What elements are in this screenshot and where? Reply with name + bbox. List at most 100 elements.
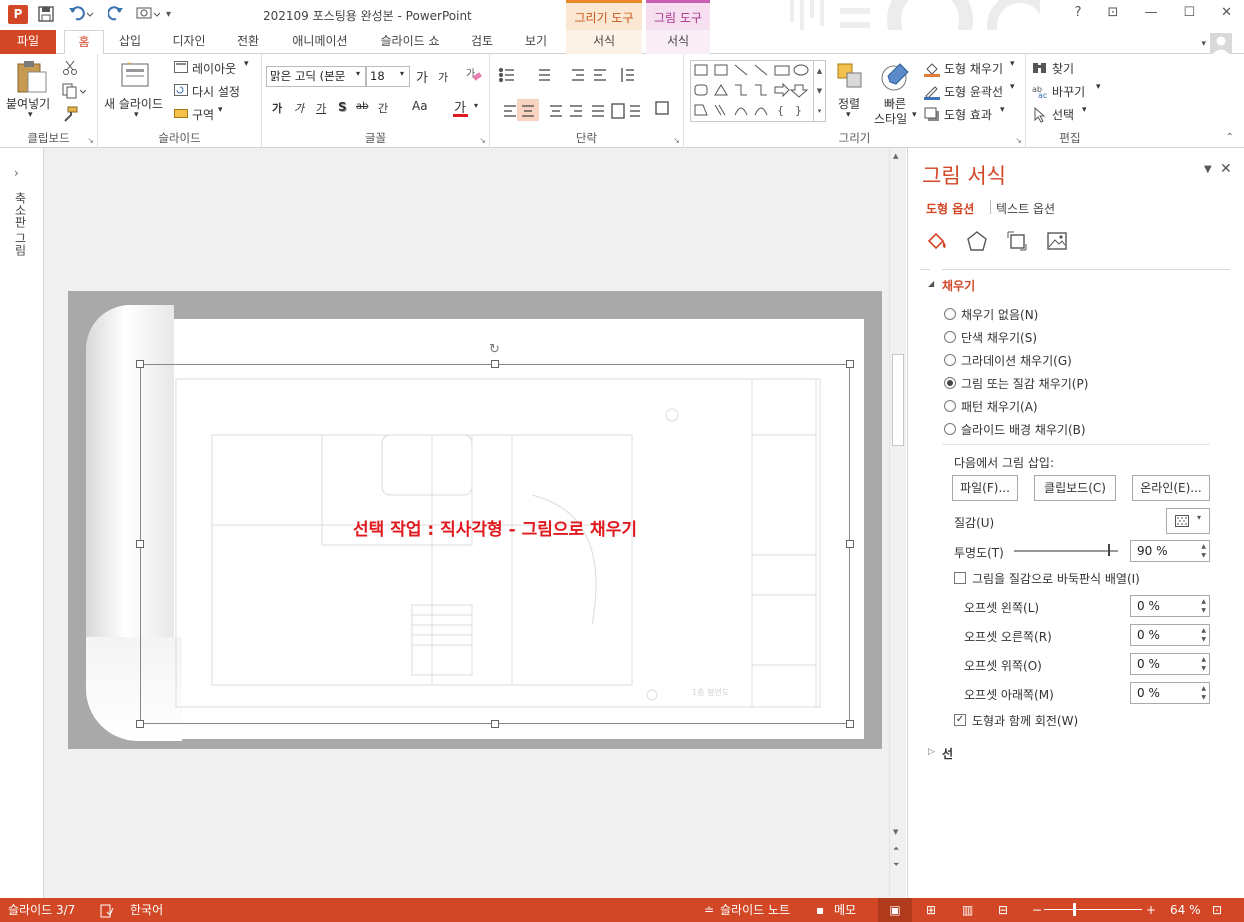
normal-view-icon[interactable]: ▣ — [878, 898, 912, 922]
resize-handle[interactable] — [136, 720, 144, 728]
cut-icon[interactable] — [62, 60, 78, 79]
fill-option-label[interactable]: 단색 채우기(S) — [961, 329, 1037, 346]
shape-effects-dropdown-icon[interactable]: ▾ — [1000, 105, 1005, 115]
bold-button[interactable]: 가 — [272, 100, 282, 116]
format-painter-icon[interactable] — [62, 106, 78, 125]
avatar[interactable] — [1210, 33, 1232, 55]
radio-fill-pattern[interactable] — [944, 400, 956, 412]
rotate-handle-icon[interactable]: ↻ — [489, 342, 500, 357]
radio-fill-gradient[interactable] — [944, 354, 956, 366]
font-color-dropdown-icon[interactable]: ▾ — [474, 101, 478, 110]
online-button[interactable]: 온라인(E)... — [1132, 475, 1210, 501]
zoom-slider-thumb[interactable] — [1073, 903, 1076, 916]
shape-outline-icon[interactable] — [924, 84, 940, 103]
radio-fill-background[interactable] — [944, 423, 956, 435]
resize-handle[interactable] — [846, 720, 854, 728]
rotate-with-shape-checkbox[interactable]: ✓ — [954, 714, 966, 726]
arrange-icon[interactable] — [836, 62, 864, 93]
account-dropdown-icon[interactable]: ▾ — [1201, 39, 1206, 49]
slideshow-icon[interactable]: ⊟ — [998, 898, 1008, 922]
tab-animations[interactable]: 애니메이션 — [282, 30, 358, 54]
zoom-out-icon[interactable]: − — [1032, 898, 1042, 922]
reset-button[interactable]: 다시 설정 — [192, 83, 240, 100]
layout-dropdown-icon[interactable]: ▾ — [244, 59, 249, 69]
fit-slide-icon[interactable]: ⊡ — [1212, 898, 1222, 922]
spellcheck-icon[interactable] — [100, 898, 114, 922]
slide-caption[interactable]: 선택 작업 : 직사각형 - 그림으로 채우기 — [140, 515, 850, 540]
radio-fill-picture[interactable] — [944, 377, 956, 389]
shrink-font-button[interactable]: 가 — [438, 69, 448, 85]
underline-button[interactable]: 가 — [316, 100, 326, 116]
dialog-launcher-icon[interactable]: ↘ — [673, 136, 680, 145]
shape-outline-button[interactable]: 도형 윤곽선 — [944, 83, 1003, 100]
resize-handle[interactable] — [136, 360, 144, 368]
notes-button[interactable]: 슬라이드 노트 — [720, 898, 790, 922]
grow-font-button[interactable]: 가 — [416, 67, 428, 86]
line-expand-icon[interactable]: ▷ — [928, 747, 935, 757]
resize-handle[interactable] — [491, 360, 499, 368]
slide-indicator[interactable]: 슬라이드 3/7 — [8, 898, 75, 922]
maximize-icon[interactable]: ☐ — [1183, 5, 1195, 20]
zoom-level[interactable]: 64 % — [1170, 898, 1201, 922]
transparency-slider-track[interactable] — [1014, 550, 1118, 552]
help-icon[interactable]: ? — [1075, 5, 1082, 20]
radio-fill-none[interactable] — [944, 308, 956, 320]
shape-effects-icon[interactable] — [924, 107, 940, 126]
scroll-up-icon[interactable]: ▲ — [893, 152, 898, 160]
tab-review[interactable]: 검토 — [462, 30, 502, 54]
paragraph-icons[interactable] — [498, 66, 678, 126]
transparency-slider-thumb[interactable] — [1108, 544, 1110, 556]
find-icon[interactable] — [1032, 61, 1048, 78]
shape-fill-button[interactable]: 도형 채우기 — [944, 60, 1003, 77]
offset-left-spinner[interactable]: 0 % — [1130, 595, 1210, 617]
fill-option-label[interactable]: 그림 또는 질감 채우기(P) — [961, 375, 1088, 392]
pane-options-icon[interactable]: ▼ — [1204, 164, 1212, 175]
find-button[interactable]: 찾기 — [1052, 60, 1074, 77]
offset-bottom-spinner[interactable]: 0 % — [1130, 682, 1210, 704]
quick-styles-icon[interactable] — [880, 60, 912, 95]
slide-canvas[interactable]: 1층 평면도 ↻ 선택 작업 : 직사각형 - 그림으로 채우기 — [44, 148, 889, 898]
picture-icon[interactable] — [1046, 230, 1068, 255]
gallery-scroll-icon[interactable]: ▲ ▼ ▾ — [813, 61, 825, 121]
customize-icon[interactable]: ▾ — [166, 6, 171, 24]
tile-label[interactable]: 그림을 질감으로 바둑판식 배열(I) — [972, 570, 1140, 587]
undo-icon[interactable] — [68, 6, 94, 28]
pane-close-icon[interactable]: ✕ — [1220, 161, 1232, 177]
clear-format-icon[interactable]: 가 — [466, 66, 482, 85]
select-cursor-icon[interactable] — [1034, 106, 1046, 126]
copy-icon[interactable] — [62, 83, 87, 102]
comments-icon[interactable]: ▪ — [816, 898, 824, 922]
tab-view[interactable]: 보기 — [516, 30, 556, 54]
vertical-scrollbar[interactable]: ▲ ▼ ⏶ ⏷ — [889, 148, 906, 898]
replace-button[interactable]: 바꾸기 — [1052, 83, 1085, 100]
present-icon[interactable] — [136, 6, 161, 28]
section-icon[interactable] — [174, 107, 188, 122]
replace-dropdown-icon[interactable]: ▾ — [1096, 82, 1101, 92]
texture-dropdown-icon[interactable]: ▾ — [1197, 513, 1201, 522]
close-icon[interactable]: ✕ — [1221, 5, 1232, 20]
paste-icon[interactable] — [16, 60, 48, 97]
fill-option-label[interactable]: 패턴 채우기(A) — [961, 398, 1038, 415]
radio-fill-solid[interactable] — [944, 331, 956, 343]
scroll-down-icon[interactable]: ▼ — [893, 828, 898, 836]
tile-checkbox[interactable] — [954, 572, 966, 584]
tab-insert[interactable]: 삽입 — [112, 30, 148, 54]
tab-format-drawing[interactable]: 서식 — [566, 30, 642, 54]
font-size-dropdown-icon[interactable]: ▾ — [400, 69, 404, 78]
section-button[interactable]: 구역 — [192, 106, 214, 123]
tab-text-options[interactable]: 텍스트 옵션 — [996, 200, 1055, 217]
clipboard-button[interactable]: 클립보드(C) — [1034, 475, 1116, 501]
new-slide-icon[interactable] — [120, 58, 150, 93]
rotate-with-shape-label[interactable]: 도형과 함께 회전(W) — [972, 712, 1078, 729]
reading-view-icon[interactable]: ▥ — [962, 898, 973, 922]
size-properties-icon[interactable] — [1006, 230, 1028, 255]
italic-button[interactable]: 가 — [294, 100, 304, 116]
quick-styles-dropdown-icon[interactable]: ▾ — [912, 110, 917, 120]
minimize-icon[interactable]: — — [1144, 5, 1157, 20]
zoom-in-icon[interactable]: + — [1146, 898, 1156, 922]
previous-slide-icon[interactable]: ⏶ — [893, 844, 899, 854]
effects-icon[interactable] — [966, 230, 988, 255]
select-dropdown-icon[interactable]: ▾ — [1082, 105, 1087, 115]
shape-effects-button[interactable]: 도형 효과 — [944, 106, 992, 123]
shadow-button[interactable]: S — [338, 100, 347, 114]
